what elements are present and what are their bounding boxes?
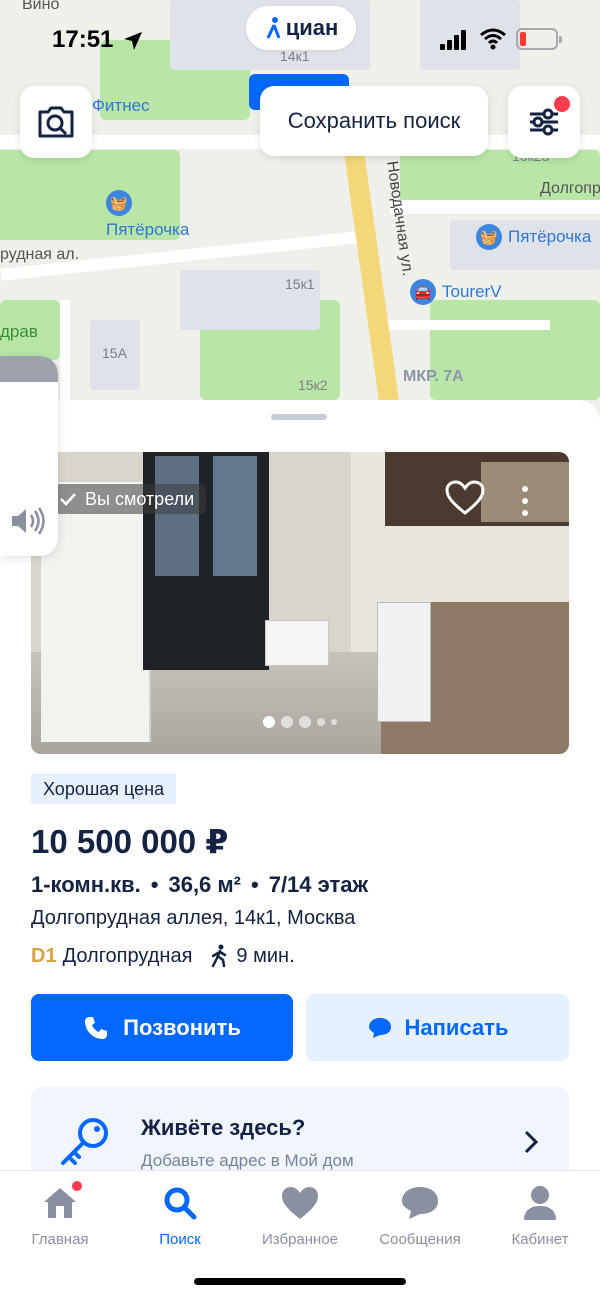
map-poi-fitness[interactable]: Фитнес <box>92 96 150 116</box>
basket-icon: 🧺 <box>106 190 132 216</box>
promo-subtitle: Добавьте адрес в Мой дом <box>141 1151 354 1170</box>
sheet-grabber[interactable] <box>271 414 327 420</box>
more-options-icon[interactable] <box>519 484 531 518</box>
sound-toggle[interactable] <box>0 356 58 556</box>
save-search-button[interactable]: Сохранить поиск <box>260 86 488 156</box>
pagination-dot <box>263 716 275 728</box>
camera-search-icon <box>38 106 74 138</box>
map-poi-label: TourerV <box>442 282 502 301</box>
car-icon: 🚘 <box>410 279 436 305</box>
tab-account[interactable]: Кабинет <box>480 1181 600 1248</box>
filters-button[interactable] <box>508 86 580 158</box>
photo-pagination <box>31 716 569 728</box>
message-button[interactable]: Написать <box>306 994 569 1061</box>
user-icon <box>524 1186 556 1220</box>
chevron-right-icon <box>524 1130 539 1154</box>
call-button[interactable]: Позвонить <box>31 994 293 1061</box>
pagination-dot <box>299 716 311 728</box>
walk-time: 9 мин. <box>236 944 295 967</box>
tab-favorites[interactable]: Избранное <box>240 1181 360 1248</box>
filters-active-dot <box>554 96 570 112</box>
map-poi-tourer[interactable]: 🚘 TourerV <box>410 279 502 305</box>
notification-dot <box>70 1179 84 1193</box>
listing-metro: D1 Долгопрудная 9 мин. <box>31 944 295 968</box>
camera-search-button[interactable] <box>20 86 92 158</box>
tab-label: Кабинет <box>511 1231 569 1248</box>
listing-floor: 7/14 этаж <box>268 872 369 897</box>
chat-bubble-icon <box>402 1187 438 1219</box>
listing-address: Долгопрудная аллея, 14к1, Москва <box>31 907 356 929</box>
pagination-dot <box>281 716 293 728</box>
map-poi-label: Пятёрочка <box>508 227 592 246</box>
cellular-signal-icon <box>440 30 466 50</box>
call-button-label: Позвонить <box>123 1014 241 1040</box>
tab-messages[interactable]: Сообщения <box>360 1181 480 1248</box>
map-poi-label: драв <box>0 322 38 341</box>
basket-icon: 🧺 <box>476 224 502 250</box>
listing-price: 10 500 000 ₽ <box>31 823 229 860</box>
cian-figure-icon <box>266 17 281 39</box>
tab-label: Избранное <box>261 1231 339 1248</box>
listing-specs: 1-комн.кв. • 36,6 м² • 7/14 этаж <box>31 872 369 897</box>
listing-photo-carousel[interactable]: Вы смотрели <box>31 452 569 754</box>
listing-area: 36,6 м² <box>168 872 241 897</box>
favorite-heart-icon[interactable] <box>445 480 485 516</box>
pagination-dot <box>317 718 325 726</box>
heart-icon <box>282 1187 318 1219</box>
tab-home[interactable]: Главная <box>0 1179 120 1248</box>
check-icon <box>60 493 76 506</box>
metro-line-badge: D1 <box>31 944 57 967</box>
logo-text: циан <box>285 15 339 40</box>
search-icon <box>164 1187 197 1220</box>
map-building-label: 15к2 <box>298 377 328 393</box>
wifi-icon <box>480 28 506 50</box>
map-poi-label: Фитнес <box>92 96 150 115</box>
map-poi-pyaterochka[interactable]: 🧺 Пятёрочка <box>476 224 591 250</box>
tab-label: Сообщения <box>379 1231 461 1248</box>
location-arrow-icon <box>124 32 142 50</box>
key-icon <box>61 1118 108 1165</box>
tab-label: Поиск <box>159 1231 201 1248</box>
speaker-icon <box>12 507 45 535</box>
map-building-label: 15к1 <box>285 276 315 292</box>
viewed-badge-label: Вы смотрели <box>85 488 195 509</box>
status-time: 17:51 <box>52 26 114 53</box>
walking-icon <box>212 944 227 968</box>
map-building-label: 15А <box>102 345 127 361</box>
map-poi-label: Пятёрочка <box>106 220 190 239</box>
home-indicator <box>194 1278 406 1285</box>
map-view[interactable]: 14к1 15к1 15к2 15А 10к23 Долгопру рудная… <box>0 0 600 420</box>
map-district-label: МКР. 7А <box>403 368 464 385</box>
map-street-label: Вино <box>22 0 60 13</box>
map-poi-pyaterochka[interactable]: 🧺 Пятёрочка <box>106 190 189 240</box>
chat-bubble-icon <box>368 1017 391 1038</box>
listing-rooms: 1-комн.кв. <box>31 872 141 897</box>
metro-station: Долгопрудная <box>62 944 193 967</box>
pagination-dot <box>331 719 337 725</box>
message-button-label: Написать <box>404 1014 509 1040</box>
viewed-badge: Вы смотрели <box>53 484 207 514</box>
good-price-tag: Хорошая цена <box>31 774 177 804</box>
tab-label: Главная <box>31 1231 89 1248</box>
phone-icon <box>85 1016 108 1039</box>
map-street-label: рудная ал. <box>0 246 80 263</box>
cian-logo: циан <box>246 6 356 50</box>
status-bar: 17:51 циан <box>0 6 600 56</box>
map-street-label: Долгопру <box>540 180 600 197</box>
tab-search[interactable]: Поиск <box>120 1181 240 1248</box>
promo-title: Живёте здесь? <box>141 1115 306 1140</box>
battery-icon <box>516 28 562 50</box>
